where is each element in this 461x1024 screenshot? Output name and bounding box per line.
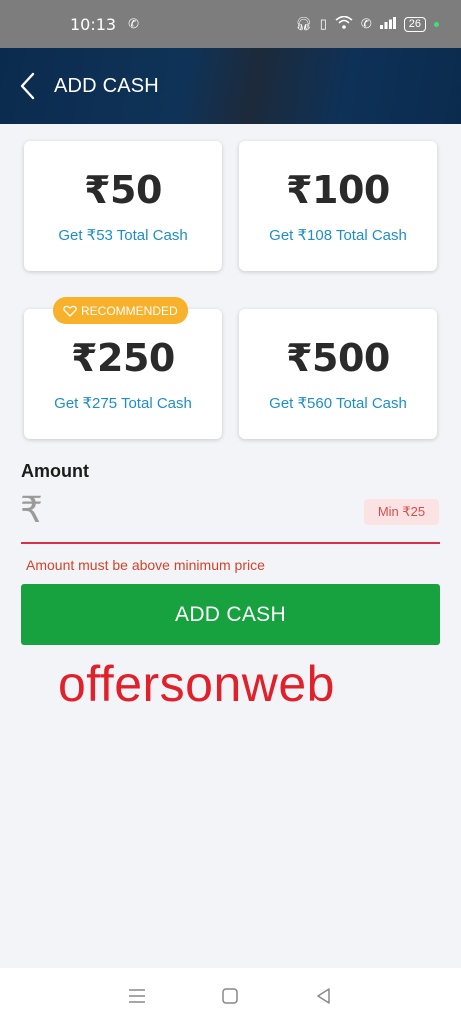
watermark-text: offersonweb <box>58 656 335 712</box>
recents-button[interactable] <box>117 976 157 1016</box>
indicator-dot <box>434 21 439 27</box>
badge-label: RECOMMENDED <box>81 303 178 318</box>
rupee-icon: ₹ <box>20 490 43 531</box>
pack-price: ₹250 <box>71 336 175 380</box>
pack-subtitle: Get ₹275 Total Cash <box>54 395 192 412</box>
system-nav-bar <box>0 968 461 1024</box>
cash-pack-250[interactable]: ₹250 Get ₹275 Total Cash <box>24 309 222 439</box>
amount-input[interactable] <box>60 492 350 534</box>
menu-icon <box>128 989 145 1003</box>
pack-price: ₹50 <box>84 168 162 212</box>
call-icon: ✆ <box>128 16 140 31</box>
pack-price: ₹500 <box>286 336 390 380</box>
headphones-icon: 🎧︎ <box>295 16 312 31</box>
amount-label: Amount <box>21 461 89 481</box>
input-underline <box>21 542 440 544</box>
pack-subtitle: Get ₹108 Total Cash <box>269 227 407 244</box>
chevron-left-icon <box>20 72 35 100</box>
home-button[interactable] <box>210 976 250 1016</box>
min-amount-badge: Min ₹25 <box>364 499 439 525</box>
heart-icon <box>63 305 77 317</box>
status-time: 10:13 <box>70 14 117 34</box>
wifi-icon <box>335 15 353 33</box>
page-title: ADD CASH <box>54 74 159 97</box>
status-icons: 🎧︎ ▯ ✆ 26 <box>295 15 439 33</box>
back-button[interactable] <box>2 48 54 124</box>
system-back-button[interactable] <box>304 976 344 1016</box>
recommended-badge: RECOMMENDED <box>53 297 188 324</box>
signal-icon <box>379 16 396 32</box>
cash-pack-100[interactable]: ₹100 Get ₹108 Total Cash <box>239 141 437 271</box>
vibrate-icon: ▯ <box>319 16 327 31</box>
app-header: ADD CASH <box>0 48 461 124</box>
cash-pack-50[interactable]: ₹50 Get ₹53 Total Cash <box>24 141 222 271</box>
pack-subtitle: Get ₹560 Total Cash <box>269 395 407 412</box>
back-triangle-icon <box>317 988 330 1004</box>
pack-price: ₹100 <box>286 168 390 212</box>
battery-icon: 26 <box>403 16 426 32</box>
home-square-icon <box>222 988 239 1004</box>
pack-subtitle: Get ₹53 Total Cash <box>58 227 188 244</box>
status-bar: 10:13 ✆ 🎧︎ ▯ ✆ 26 <box>0 0 461 48</box>
call-icon: ✆ <box>360 16 372 31</box>
cash-pack-500[interactable]: ₹500 Get ₹560 Total Cash <box>239 309 437 439</box>
add-cash-button[interactable]: ADD CASH <box>21 584 440 645</box>
error-message: Amount must be above minimum price <box>26 557 265 573</box>
